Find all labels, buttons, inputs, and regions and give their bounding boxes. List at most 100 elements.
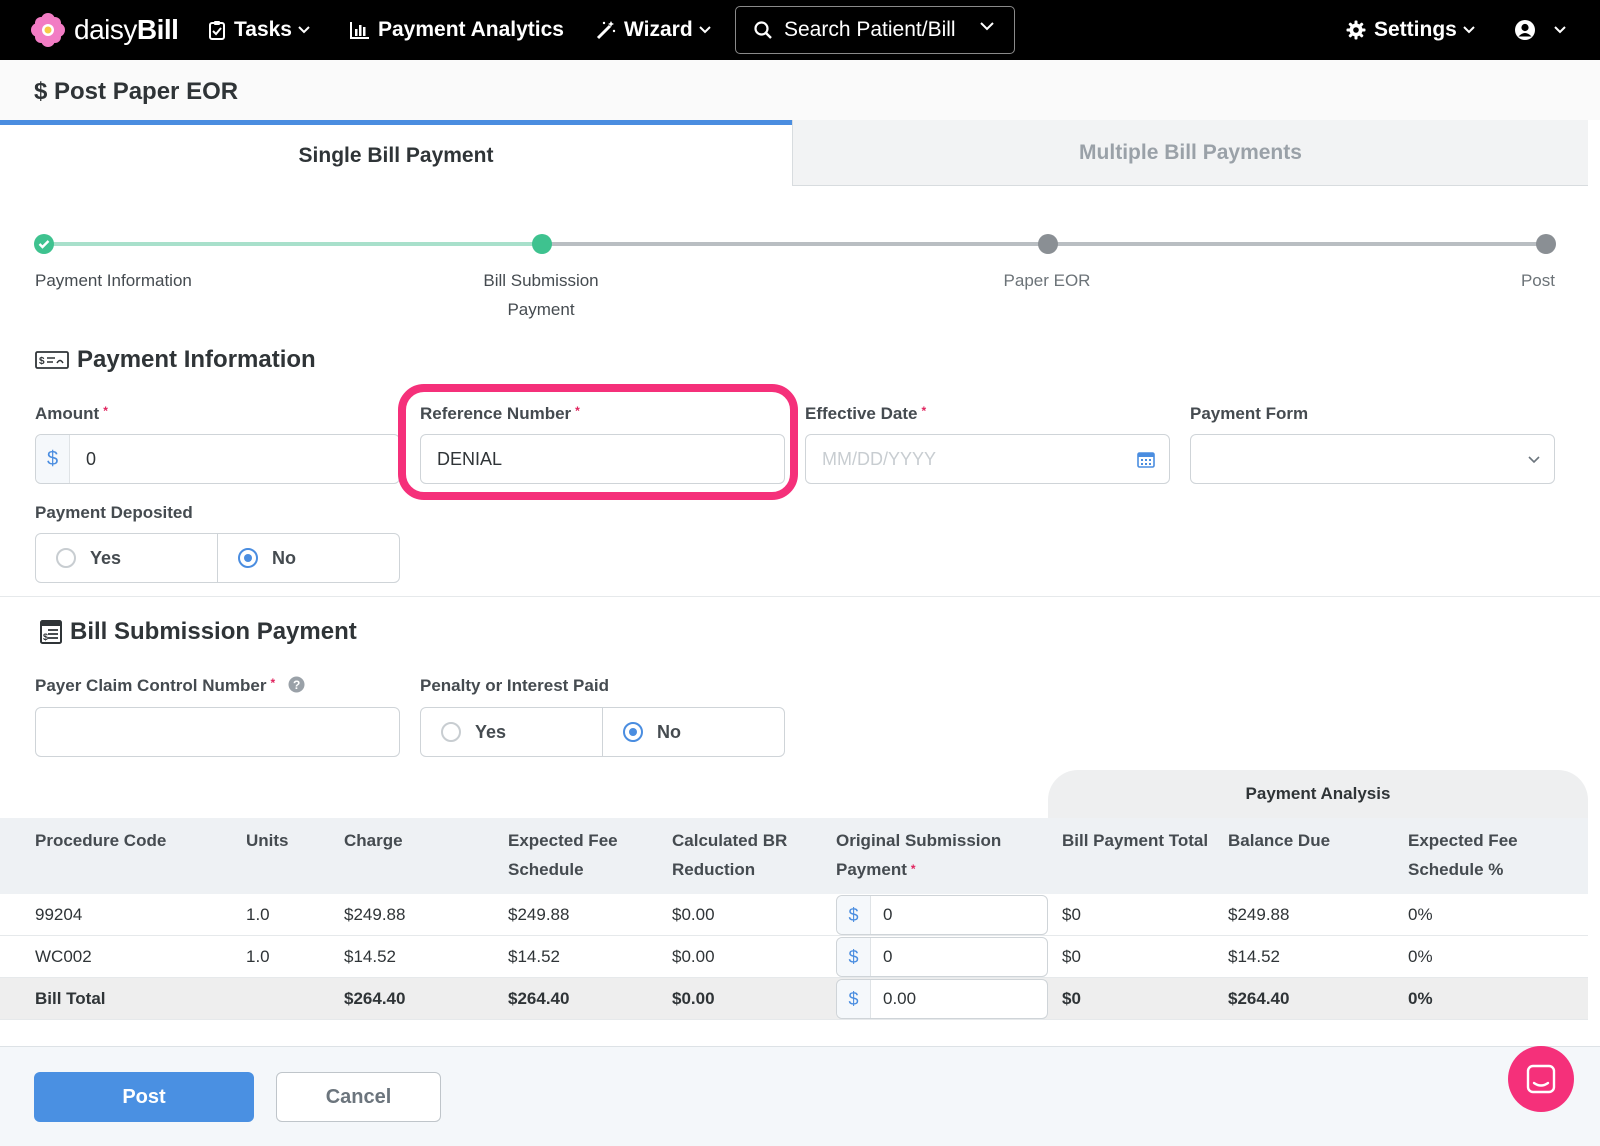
th-original-submission-payment: Original Submission Payment * (836, 831, 1002, 879)
step-label-paper-eor: Paper EOR (1003, 271, 1091, 290)
step-pending-dot (1536, 234, 1556, 254)
tab-single-bill-payment[interactable]: Single Bill Payment (0, 120, 792, 186)
cell-bill-total-label: Bill Total (35, 989, 106, 1008)
amount-label: Amount * (35, 404, 108, 423)
effective-date-field[interactable]: MM/DD/YYYY (805, 434, 1170, 484)
bill-submission-payment-heading: $ Bill Submission Payment (40, 618, 357, 646)
cell-expected-fee-schedule: $14.52 (508, 947, 560, 966)
dollar-prefix: $ (837, 980, 871, 1018)
original-submission-payment-input[interactable]: $ 0 (836, 895, 1048, 935)
chevron-down-icon (1463, 26, 1475, 34)
calendar-icon[interactable] (1137, 450, 1155, 468)
payment-deposited-label: Payment Deposited (35, 503, 193, 522)
tab-multiple-bill-payments[interactable]: Multiple Bill Payments (792, 120, 1588, 186)
nav-tasks[interactable]: Tasks (208, 0, 310, 60)
cell-total-balance-due: $264.40 (1228, 989, 1290, 1008)
dollar-prefix: $ (837, 938, 871, 976)
page-header: $ Post Paper EOR (0, 60, 1600, 120)
help-question-icon[interactable]: ? (288, 676, 305, 693)
search-patient-bill[interactable]: Search Patient/Bill (735, 6, 1015, 54)
bar-chart-icon (350, 22, 369, 39)
top-navbar: daisyBill Tasks Payment Analytics Wizard… (0, 0, 1600, 60)
payment-information-heading: $ Payment Information (35, 346, 316, 374)
payment-deposited-no[interactable]: No (217, 534, 399, 582)
brand-logo[interactable]: daisyBill (30, 12, 179, 48)
search-icon (754, 21, 772, 39)
cell-total-bill-payment-total: $0 (1062, 989, 1081, 1008)
table-header-row (0, 818, 1588, 894)
th-charge: Charge (344, 831, 403, 850)
chat-launcher-button[interactable] (1508, 1046, 1574, 1112)
chevron-down-icon (980, 22, 994, 31)
cell-units: 1.0 (246, 947, 270, 966)
reference-number-highlight (398, 384, 798, 500)
payment-deposited-yes[interactable]: Yes (36, 534, 217, 582)
payer-claim-control-number-label: Payer Claim Control Number * ? (35, 676, 305, 696)
nav-settings[interactable]: Settings (1346, 0, 1475, 60)
chevron-down-icon (1528, 456, 1540, 464)
chevron-down-icon (1554, 26, 1566, 34)
chevron-down-icon (698, 26, 711, 34)
clipboard-check-icon (209, 21, 225, 40)
check-payment-icon: $ (35, 351, 69, 369)
payment-form-label: Payment Form (1190, 404, 1309, 423)
effective-date-label: Effective Date * (805, 404, 927, 423)
th-expected-fee-schedule-percent: Expected Fee Schedule % (1408, 831, 1518, 879)
th-units: Units (246, 831, 289, 850)
payment-form-select[interactable] (1190, 434, 1555, 484)
cell-bill-payment-total: $0 (1062, 905, 1081, 924)
penalty-interest-no[interactable]: No (602, 708, 784, 756)
brand-name: daisyBill (74, 14, 179, 45)
daisy-logo-icon (31, 13, 65, 47)
penalty-interest-yes[interactable]: Yes (421, 708, 602, 756)
step-complete-check-icon (34, 234, 54, 254)
cell-procedure-code: 99204 (35, 905, 83, 924)
table-row: 99204 1.0 $249.88 $249.88 $0.00 $ 0 $0 $… (0, 894, 1588, 936)
cell-charge: $14.52 (344, 947, 396, 966)
th-balance-due: Balance Due (1228, 831, 1331, 850)
cell-balance-due: $14.52 (1228, 947, 1280, 966)
payment-deposited-radio-group: Yes No (35, 533, 400, 583)
nav-payment-analytics[interactable]: Payment Analytics (350, 0, 564, 60)
svg-text:$: $ (43, 632, 48, 642)
step-label-bill-submission: Bill Submission Payment (483, 271, 599, 319)
penalty-interest-label: Penalty or Interest Paid (420, 676, 609, 695)
receipt-icon: $ (40, 620, 62, 644)
cell-expected-fee-schedule-percent: 0% (1408, 905, 1433, 924)
nav-user-menu[interactable] (1514, 0, 1566, 60)
chevron-down-icon (298, 26, 310, 34)
step-label-payment-information: Payment Information (35, 271, 192, 290)
gear-icon (1346, 20, 1366, 40)
magic-wand-icon (596, 21, 616, 40)
amount-field[interactable]: $ 0 (35, 434, 400, 484)
cell-procedure-code: WC002 (35, 947, 92, 966)
section-divider (0, 596, 1600, 597)
original-submission-payment-input[interactable]: $ 0 (836, 937, 1048, 977)
cell-balance-due: $249.88 (1228, 905, 1290, 924)
total-submission-payment-input[interactable]: $ 0.00 (836, 979, 1048, 1019)
nav-wizard[interactable]: Wizard (596, 0, 711, 60)
cell-bill-payment-total: $0 (1062, 947, 1081, 966)
cancel-button[interactable]: Cancel (276, 1072, 441, 1122)
svg-text:$: $ (39, 356, 45, 367)
cell-total-expected-fee-schedule: $264.40 (508, 989, 570, 1008)
th-expected-fee-schedule: Expected Fee Schedule (508, 831, 618, 879)
post-button[interactable]: Post (34, 1072, 254, 1122)
table-total-row: Bill Total $264.40 $264.40 $0.00 $ 0.00 … (0, 978, 1588, 1020)
th-calculated-br-reduction: Calculated BR Reduction (672, 831, 788, 879)
step-current-dot (532, 234, 552, 254)
page-title: $ Post Paper EOR (34, 78, 239, 105)
cell-br-reduction: $0.00 (672, 905, 715, 924)
svg-text:?: ? (293, 678, 300, 692)
cell-charge: $249.88 (344, 905, 406, 924)
chat-icon (1526, 1064, 1556, 1094)
stepper-line-done (44, 242, 542, 246)
cell-br-reduction: $0.00 (672, 947, 715, 966)
table-row: WC002 1.0 $14.52 $14.52 $0.00 $ 0 $0 $14… (0, 936, 1588, 978)
th-bill-payment-total: Bill Payment Total (1062, 831, 1209, 850)
cell-expected-fee-schedule: $249.88 (508, 905, 570, 924)
th-procedure-code: Procedure Code (35, 831, 167, 850)
payer-claim-control-number-field[interactable] (35, 707, 400, 757)
radio-selected-icon (623, 722, 643, 742)
step-pending-dot (1038, 234, 1058, 254)
